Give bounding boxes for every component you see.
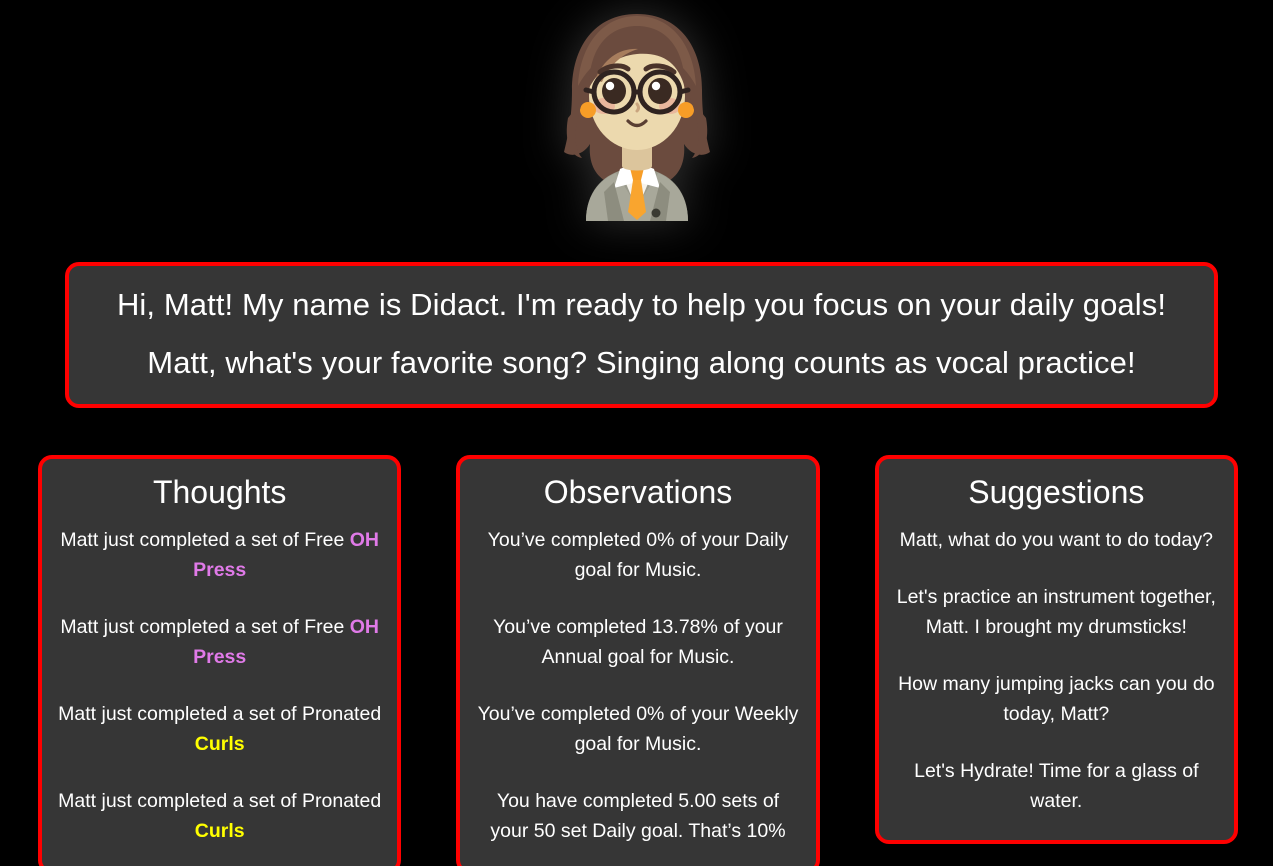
card-observations: Observations You’ve completed 0% of your… — [456, 455, 820, 866]
card-suggestions: Suggestions Matt, what do you want to do… — [874, 455, 1238, 844]
avatar-container — [0, 0, 1273, 244]
card-title-suggestions: Suggestions — [968, 474, 1145, 510]
banner-prompt-text: Matt, what's your favorite song? Singing… — [147, 345, 1136, 380]
greeting-banner: Hi, Matt! My name is Didact. I'm ready t… — [65, 262, 1218, 408]
list-item: Matt just completed a set of Free OH Pre… — [60, 616, 379, 668]
list-item: You’ve completed 0% of your Daily goal f… — [487, 529, 789, 581]
banner-greeting-text: Hi, Matt! My name is Didact. I'm ready t… — [116, 287, 1167, 322]
entry-list-observations: You’ve completed 0% of your Daily goal f… — [476, 525, 799, 846]
didact-avatar-icon — [542, 6, 732, 221]
list-item: Matt just completed a set of Pronated Cu… — [58, 703, 382, 755]
list-item: You’ve completed 0% of your Weekly goal … — [477, 703, 799, 755]
list-item: Matt just completed a set of Pronated Cu… — [58, 790, 382, 842]
entry-list-thoughts: Matt just completed a set of Free OH Pre… — [58, 525, 381, 846]
card-title-thoughts: Thoughts — [152, 474, 287, 510]
panel-columns: Thoughts Matt just completed a set of Fr… — [38, 455, 1238, 866]
entry-keyword: Curls — [194, 733, 245, 755]
entry-keyword: OH Press — [193, 529, 379, 581]
list-item: Let's Hydrate! Time for a glass of water… — [914, 760, 1199, 812]
list-item: You have completed 5.00 sets of your 50 … — [490, 790, 786, 842]
entry-keyword: Curls — [194, 820, 245, 842]
list-item: Matt, what do you want to do today? — [899, 529, 1213, 551]
list-item: How many jumping jacks can you do today,… — [898, 673, 1215, 725]
card-title-observations: Observations — [543, 474, 733, 510]
entry-list-suggestions: Matt, what do you want to do today? Let'… — [895, 525, 1218, 816]
list-item: You’ve completed 13.78% of your Annual g… — [493, 616, 783, 668]
entry-keyword: OH Press — [193, 616, 379, 668]
list-item: Matt just completed a set of Free OH Pre… — [60, 529, 379, 581]
card-thoughts: Thoughts Matt just completed a set of Fr… — [38, 455, 402, 866]
list-item: Let's practice an instrument together, M… — [896, 586, 1216, 638]
